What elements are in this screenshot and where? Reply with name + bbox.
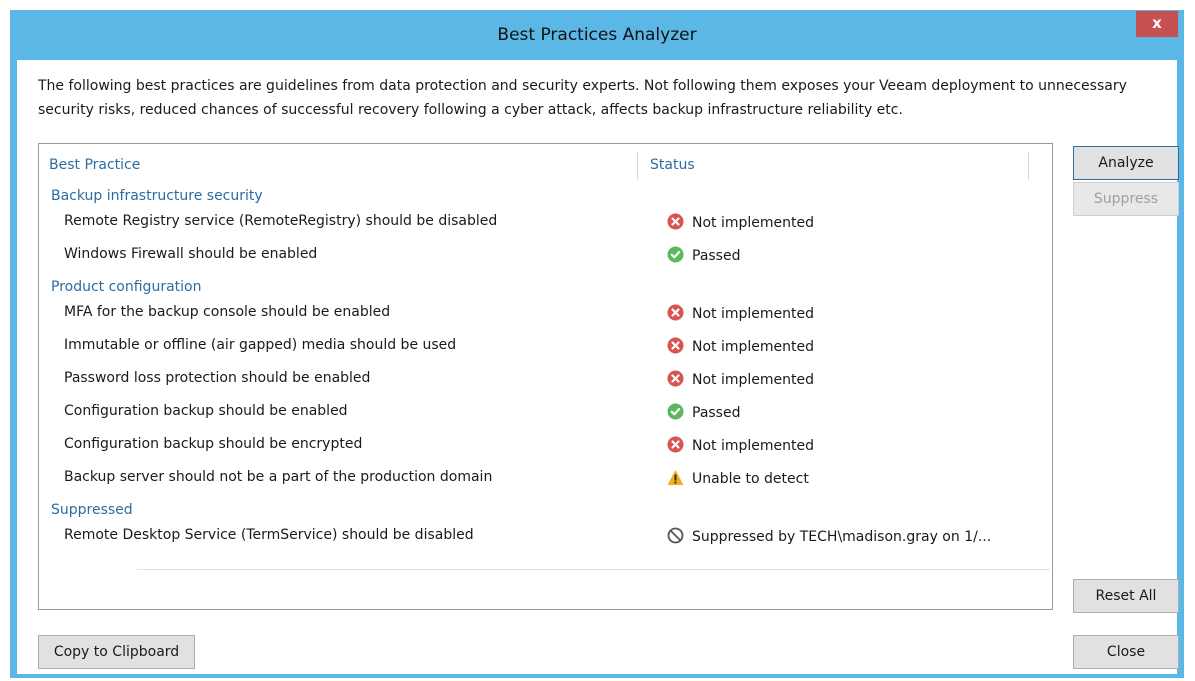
best-practice-label: Remote Desktop Service (TermService) sho… <box>64 527 474 543</box>
best-practice-label: Remote Registry service (RemoteRegistry)… <box>64 213 498 229</box>
status-text: Suppressed by TECH\madison.gray on 1/... <box>692 529 992 545</box>
error-icon <box>667 370 692 388</box>
warning-icon <box>667 470 692 487</box>
group-divider <box>137 569 1050 570</box>
analyze-button[interactable]: Analyze <box>1073 146 1179 180</box>
status-cell: Not implemented <box>667 370 814 388</box>
status-cell: Passed <box>667 246 740 264</box>
error-icon <box>667 337 692 355</box>
suppress-button[interactable]: Suppress <box>1073 182 1179 216</box>
reset-all-button[interactable]: Reset All <box>1073 579 1179 613</box>
window-title: Best Practices Analyzer <box>497 25 697 45</box>
best-practice-label: Windows Firewall should be enabled <box>64 246 318 262</box>
dialog-window: Best Practices Analyzer x The following … <box>10 10 1184 678</box>
column-header-status[interactable]: Status <box>650 157 695 173</box>
column-divider[interactable] <box>1028 152 1029 180</box>
close-window-button[interactable]: x <box>1136 11 1178 37</box>
status-text: Not implemented <box>692 339 815 355</box>
status-cell: Not implemented <box>667 436 814 454</box>
best-practice-label: Configuration backup should be encrypted <box>64 436 363 452</box>
copy-to-clipboard-button[interactable]: Copy to Clipboard <box>38 635 195 669</box>
best-practice-label: Configuration backup should be enabled <box>64 403 348 419</box>
check-icon <box>667 246 692 264</box>
best-practice-label: Password loss protection should be enabl… <box>64 370 371 386</box>
status-text: Not implemented <box>692 438 815 454</box>
status-cell: Passed <box>667 403 740 421</box>
check-icon <box>667 403 692 421</box>
status-text: Passed <box>692 248 741 264</box>
error-icon <box>667 436 692 454</box>
status-text: Passed <box>692 405 741 421</box>
column-header-best-practice[interactable]: Best Practice <box>49 157 140 173</box>
status-cell: Not implemented <box>667 213 814 231</box>
dialog-body: The following best practices are guideli… <box>17 60 1179 674</box>
best-practice-label: MFA for the backup console should be ena… <box>64 304 391 320</box>
error-icon <box>667 213 692 231</box>
description-text: The following best practices are guideli… <box>38 78 1127 118</box>
status-cell: Unable to detect <box>667 469 809 487</box>
status-cell: Not implemented <box>667 337 814 355</box>
title-bar[interactable]: Best Practices Analyzer x <box>10 10 1184 60</box>
column-divider[interactable] <box>637 152 638 180</box>
status-text: Not implemented <box>692 372 815 388</box>
status-text: Not implemented <box>692 306 815 322</box>
best-practices-list[interactable]: Best Practice Status Backup infrastructu… <box>38 143 1053 610</box>
group-header: Suppressed <box>51 502 133 518</box>
status-text: Unable to detect <box>692 471 809 487</box>
list-header: Best Practice Status <box>39 144 1052 184</box>
group-header: Product configuration <box>51 279 202 295</box>
best-practice-label: Immutable or offline (air gapped) media … <box>64 337 457 353</box>
status-cell: Suppressed by TECH\madison.gray on 1/... <box>667 527 991 545</box>
status-cell: Not implemented <box>667 304 814 322</box>
suppressed-icon <box>667 527 692 545</box>
group-header: Backup infrastructure security <box>51 188 263 204</box>
error-icon <box>667 304 692 322</box>
status-text: Not implemented <box>692 215 815 231</box>
best-practice-label: Backup server should not be a part of th… <box>64 469 493 485</box>
close-button[interactable]: Close <box>1073 635 1179 669</box>
